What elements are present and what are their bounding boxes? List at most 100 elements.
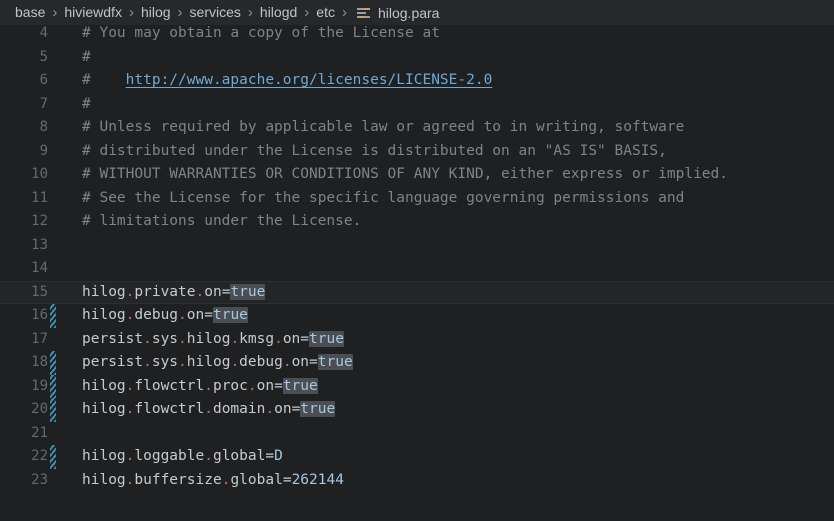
code-editor[interactable]: 4 # You may obtain a copy of the License … [0, 26, 834, 521]
search-match-highlight: true [317, 354, 353, 370]
code-line[interactable]: 22 hilog.loggable.global=D [0, 445, 834, 469]
search-match-highlight: true [282, 377, 318, 394]
code-line[interactable]: 6 # http://www.apache.org/licenses/LICENS… [0, 69, 834, 93]
change-marker[interactable] [48, 445, 82, 469]
breadcrumb-item-services[interactable]: services [189, 4, 242, 20]
breadcrumb-separator-icon: › [128, 4, 134, 21]
code-token: # [82, 95, 91, 112]
breadcrumb-path: base › hiviewdfx › hilog › services › hilogd › etc… [14, 4, 353, 21]
code-token: on [282, 330, 301, 347]
line-number: 11 [31, 189, 48, 206]
line-number: 16 [31, 307, 48, 323]
code-token: on [274, 401, 292, 417]
code-token: = [265, 448, 275, 464]
line-number: 13 [31, 236, 48, 253]
line-number: 18 [31, 354, 48, 370]
breadcrumb-item-base[interactable]: base [14, 4, 46, 20]
gutter-spacer [48, 328, 82, 352]
code-line[interactable]: 7 # [0, 93, 834, 117]
code-line[interactable]: 4 # You may obtain a copy of the License … [0, 26, 834, 46]
code-line[interactable]: 17 persist.sys.hilog.kmsg.on=true [0, 328, 834, 352]
code-line[interactable]: 21 [0, 422, 834, 446]
line-number: 4 [39, 26, 48, 41]
code-text: hilog.private.on=true [82, 282, 834, 304]
code-token: debug [239, 354, 283, 370]
code-text: hilog.loggable.global=D [82, 445, 834, 469]
code-line[interactable]: 14 [0, 257, 834, 281]
code-text: hilog.debug.on=true [82, 304, 834, 328]
code-line[interactable]: 11 # See the License for the specific lan… [0, 187, 834, 211]
line-number: 12 [31, 213, 48, 229]
code-token: flowctrl [134, 377, 205, 394]
code-token: global [212, 448, 266, 464]
code-line[interactable]: 18 persist.sys.hilog.debug.on=true [0, 351, 834, 375]
code-line[interactable]: 5 # [0, 46, 834, 70]
breadcrumb-separator-icon: › [52, 4, 58, 21]
code-token: . [265, 401, 275, 417]
code-text: # [82, 46, 834, 70]
code-token: # See the License for the specific langu… [82, 189, 685, 206]
code-line[interactable]: 23 hilog.buffersize.global=262144 [0, 469, 834, 493]
breadcrumb-item-hiviewdfx[interactable]: hiviewdfx [63, 4, 123, 20]
gutter-spacer [48, 93, 82, 117]
code-text: hilog.buffersize.global=262144 [82, 469, 834, 493]
code-token: . [204, 377, 213, 394]
code-token: buffersize [134, 471, 222, 488]
gutter-spacer [48, 116, 82, 140]
change-marker[interactable] [48, 304, 82, 328]
code-text: # [82, 93, 834, 117]
breadcrumb-separator-icon: › [304, 4, 310, 21]
gutter-spacer [48, 257, 82, 281]
code-token: sys [151, 330, 179, 347]
code-line[interactable]: 15 hilog.private.on=true [0, 280, 834, 304]
gutter-spacer [48, 26, 82, 46]
change-marker[interactable] [48, 398, 82, 422]
code-token: # limitations under the License. [82, 213, 362, 229]
code-token: . [247, 377, 257, 394]
breadcrumb: base › hiviewdfx › hilog › services › hilogd › etc… [0, 0, 834, 26]
breadcrumb-file[interactable]: hilog.para [356, 4, 441, 21]
code-line[interactable]: 19 hilog.flowctrl.proc.on=true [0, 374, 834, 399]
code-token: hilog [186, 330, 231, 347]
code-token: kmsg [239, 330, 275, 347]
code-token: . [204, 401, 213, 417]
code-text: # limitations under the License. [82, 210, 834, 234]
code-token: # distributed under the License is distr… [82, 142, 667, 159]
code-token: . [195, 283, 205, 300]
code-token: http://www.apache.org/licenses/LICENSE-2… [125, 72, 493, 88]
code-token: = [309, 354, 318, 370]
code-token: hilog [82, 283, 126, 300]
code-token: # You may obtain a copy of the License a… [82, 26, 440, 41]
change-marker[interactable] [48, 351, 82, 375]
breadcrumb-file-label: hilog.para [377, 4, 440, 21]
code-text: # See the License for the specific langu… [82, 187, 834, 211]
breadcrumb-item-hilog[interactable]: hilog [140, 4, 172, 20]
search-match-highlight: true [230, 283, 266, 300]
code-line[interactable]: 20 hilog.flowctrl.domain.on=true [0, 398, 834, 422]
code-line[interactable]: 9 # distributed under the License is dist… [0, 140, 834, 164]
code-token: hilog [82, 401, 126, 417]
code-token: . [178, 307, 187, 323]
code-line[interactable]: 13 [0, 234, 834, 258]
search-match-highlight: true [212, 307, 248, 323]
code-token: persist [82, 354, 144, 370]
breadcrumb-item-etc[interactable]: etc [315, 4, 336, 20]
code-line[interactable]: 16 hilog.debug.on=true [0, 304, 834, 328]
breadcrumb-item-hilogd[interactable]: hilogd [259, 4, 298, 20]
search-match-highlight: true [300, 401, 336, 417]
code-line[interactable]: 8 # Unless required by applicable law or … [0, 116, 834, 140]
code-token: on [204, 283, 222, 300]
code-token: hilog [82, 377, 126, 394]
code-lines-container: 4 # You may obtain a copy of the License … [0, 26, 834, 492]
code-line[interactable]: 10 # WITHOUT WARRANTIES OR CONDITIONS OF … [0, 163, 834, 187]
code-text: persist.sys.hilog.kmsg.on=true [82, 328, 834, 352]
code-token: private [134, 283, 196, 300]
code-token: on [291, 354, 310, 370]
code-line[interactable]: 12 # limitations under the License. [0, 210, 834, 234]
properties-file-icon [356, 6, 371, 20]
line-number: 15 [31, 283, 48, 300]
line-number: 10 [31, 166, 48, 182]
code-token: global [230, 471, 283, 488]
line-number: 19 [31, 377, 48, 394]
change-marker[interactable] [48, 374, 82, 399]
